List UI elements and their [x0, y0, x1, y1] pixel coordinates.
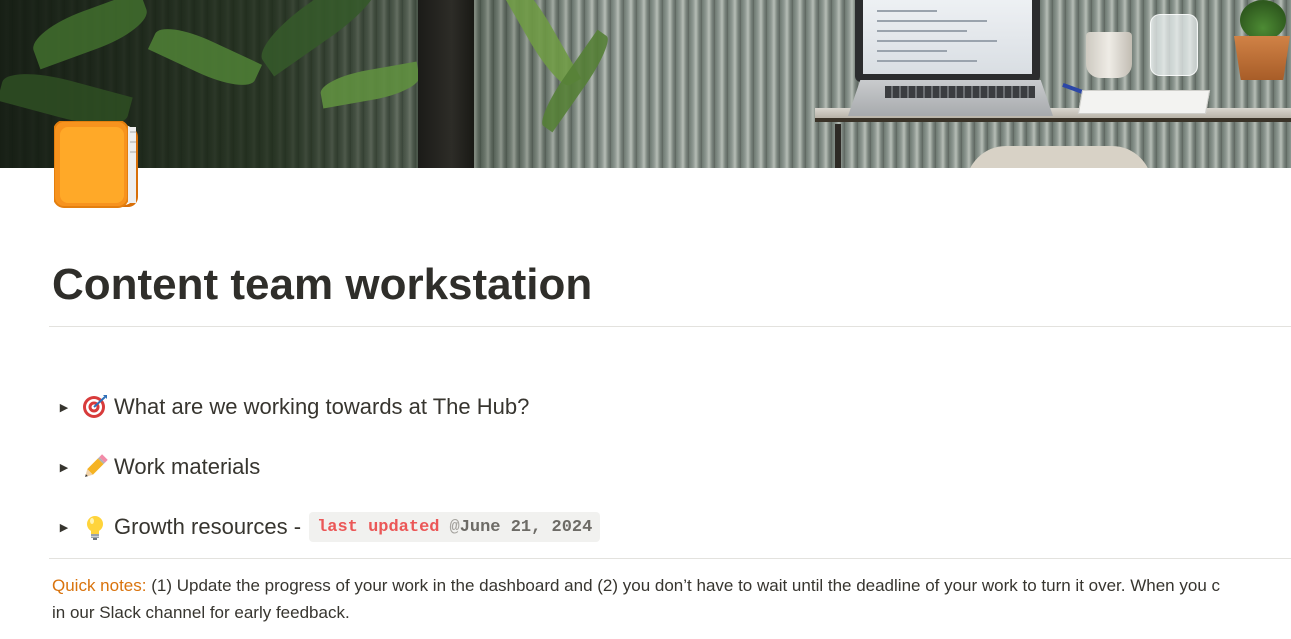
toggle-label: Work materials	[114, 454, 261, 479]
toggle-label: What are we working towards at The Hub?	[114, 394, 530, 419]
cover-post	[418, 0, 474, 168]
toggle-goals[interactable]: ▶ What are we working towards at The Hub…	[52, 391, 530, 423]
quick-notes-line-1: (1) Update the progress of your work in …	[151, 576, 1220, 595]
toggle-arrow-icon[interactable]: ▶	[52, 455, 76, 479]
lightbulb-icon	[82, 514, 108, 540]
cover-notebook	[1077, 90, 1211, 114]
cover-table-leg	[835, 124, 841, 168]
target-icon	[82, 394, 108, 420]
mention-at-symbol: @	[449, 517, 460, 537]
quick-notes-paragraph[interactable]: Quick notes: (1) Update the progress of …	[52, 572, 1291, 626]
page-title[interactable]: Content team workstation	[52, 260, 592, 310]
code-text: last updated	[317, 517, 440, 537]
book-icon[interactable]	[53, 120, 140, 211]
title-divider	[49, 326, 1291, 327]
toggle-arrow-icon[interactable]: ▶	[52, 395, 76, 419]
toggle-growth-resources[interactable]: ▶ Growth resources - last updated @ June …	[52, 511, 601, 543]
notion-page: Content team workstation ▶ What are we w…	[0, 0, 1291, 639]
last-updated-code: last updated @ June 21, 2024	[309, 512, 601, 542]
pencil-icon	[82, 454, 108, 480]
quick-notes-label: Quick notes:	[52, 576, 147, 595]
cover-plant	[1240, 0, 1286, 40]
cover-jar	[1150, 14, 1198, 76]
cover-pot	[1234, 36, 1290, 80]
toggle-label: Growth resources -	[114, 514, 302, 539]
toggle-work-materials[interactable]: ▶ Work materials	[52, 451, 261, 483]
cover-laptop-keyboard	[885, 86, 1035, 98]
page-cover-image[interactable]	[0, 0, 1291, 168]
cover-laptop-screen	[855, 0, 1040, 82]
cover-chair	[966, 146, 1152, 168]
cover-mug	[1086, 32, 1132, 78]
section-divider	[49, 558, 1291, 559]
quick-notes-line-2: in our Slack channel for early feedback.	[52, 603, 350, 622]
toggle-arrow-icon[interactable]: ▶	[52, 515, 76, 539]
date-mention[interactable]: June 21, 2024	[460, 518, 593, 537]
